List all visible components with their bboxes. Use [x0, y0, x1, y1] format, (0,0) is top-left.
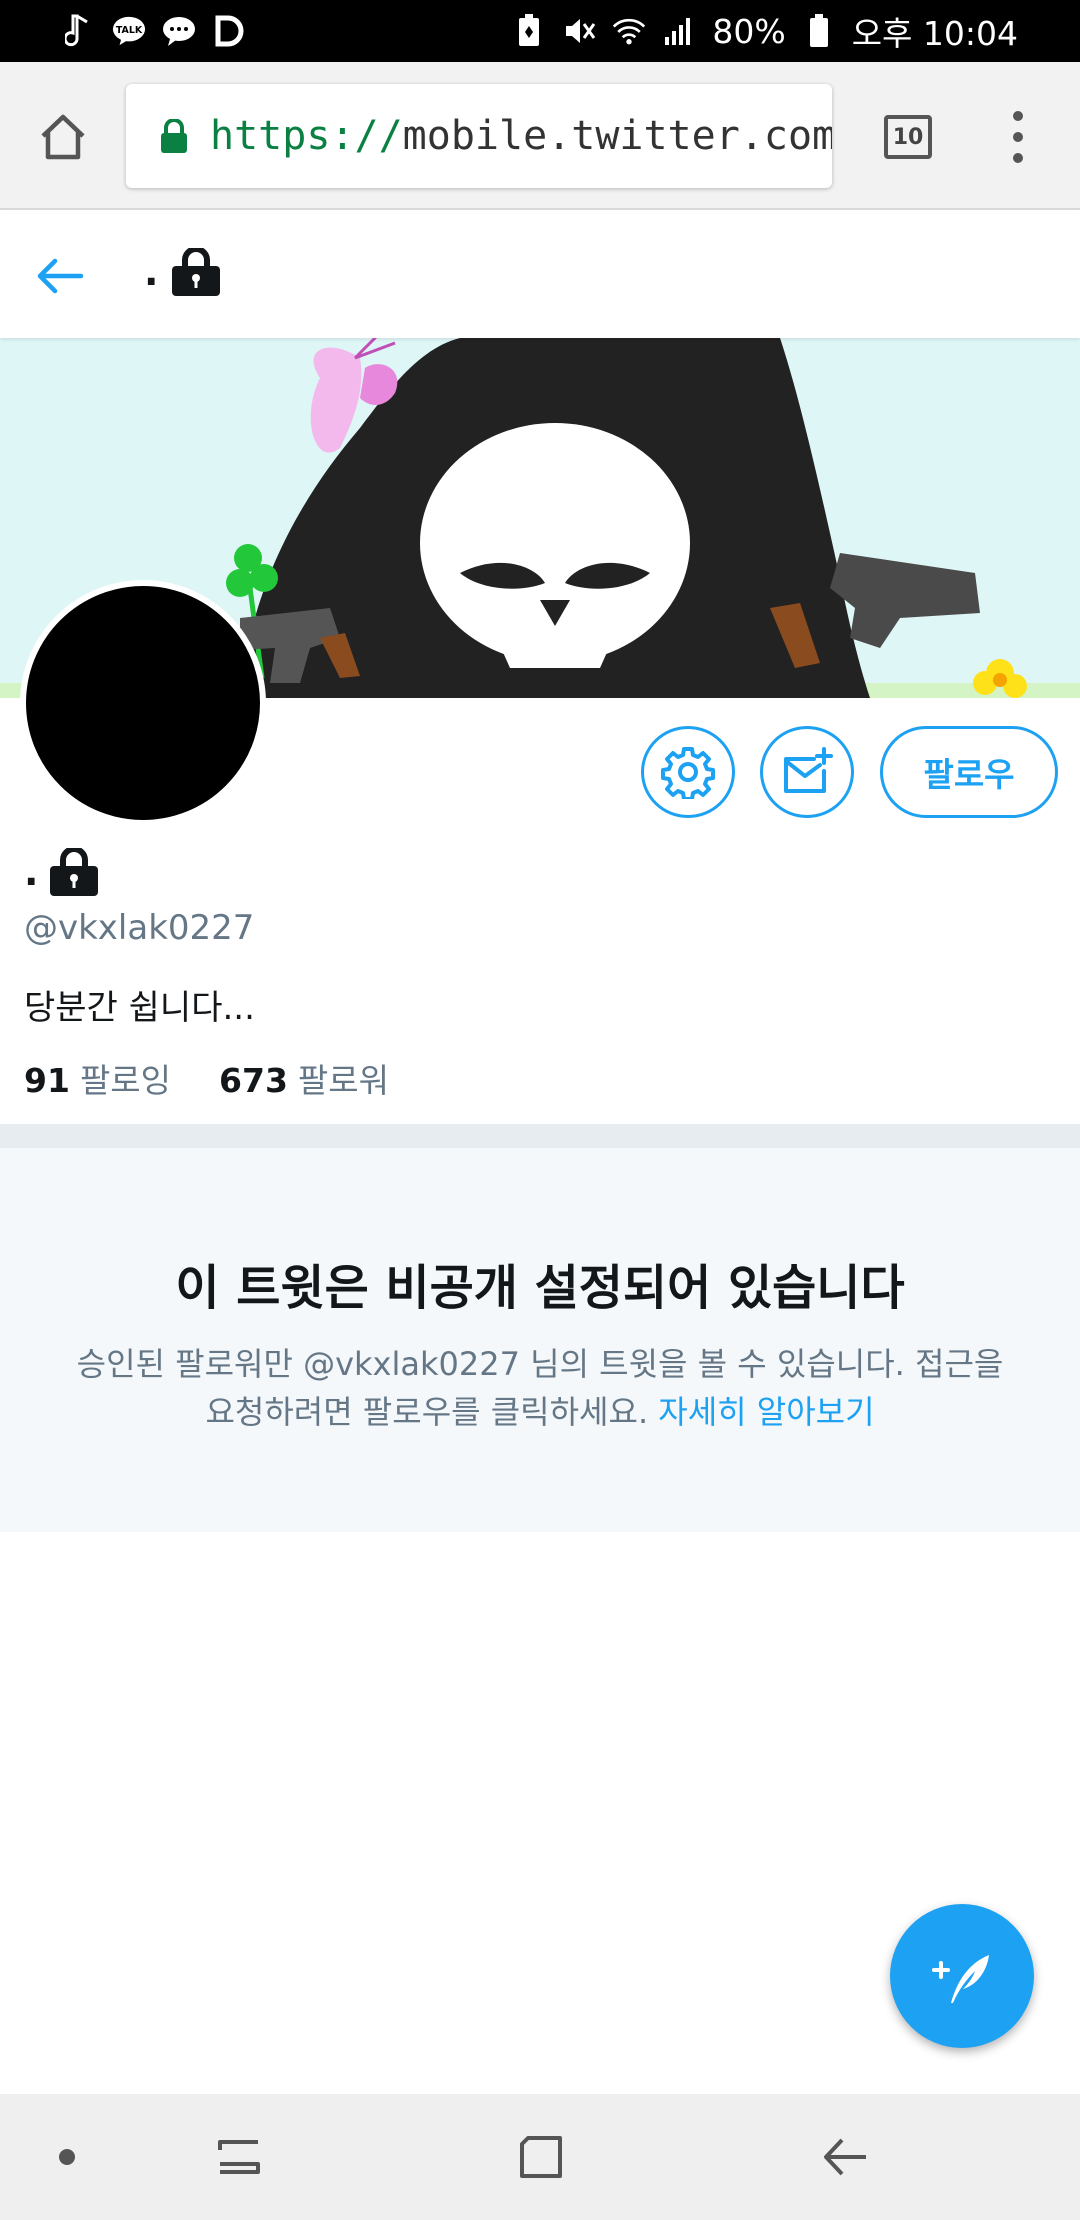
protected-tweets-notice: 이 트윗은 비공개 설정되어 있습니다 승인된 팔로워만 @vkxlak0227…	[0, 1148, 1080, 1532]
more-vert-icon[interactable]	[990, 106, 1046, 168]
system-nav-bar	[0, 2094, 1080, 2220]
profile-bio: 당분간 쉽니다...	[24, 988, 255, 1028]
arrow-left-icon	[37, 258, 84, 294]
talk-badge-text: TALK	[116, 25, 143, 36]
battery-icon	[802, 14, 836, 48]
back-nav-button[interactable]	[812, 2124, 878, 2190]
header-title-text: .	[144, 250, 159, 294]
back-button[interactable]	[30, 246, 90, 306]
chat-bubble-icon	[162, 14, 196, 48]
battery-percent: 80%	[712, 11, 786, 51]
section-divider	[0, 1124, 1080, 1148]
compose-quill-icon	[932, 1955, 989, 2003]
battery-saver-icon	[512, 14, 546, 48]
followers-link[interactable]: 673 팔로워	[219, 1054, 389, 1102]
d-app-icon	[212, 14, 246, 48]
dot-icon	[59, 2149, 75, 2165]
mail-plus-icon	[784, 747, 833, 793]
kakaotalk-icon: TALK	[112, 14, 146, 48]
following-count: 91	[24, 1061, 70, 1100]
padlock-icon	[172, 248, 221, 296]
protected-title: 이 트윗은 비공개 설정되어 있습니다	[175, 1260, 905, 1316]
message-button[interactable]	[760, 726, 854, 818]
learn-more-link[interactable]: 자세히 알아보기	[658, 1393, 874, 1431]
padlock-icon	[50, 848, 99, 896]
nav-dot-button[interactable]	[34, 2124, 100, 2190]
status-bar: TALK 80% 오후 10:04	[0, 0, 1080, 62]
recent-apps-icon	[218, 2140, 260, 2174]
lock-icon	[161, 119, 187, 153]
profile-header-bar: .	[0, 212, 1080, 338]
gear-icon	[661, 747, 715, 799]
followers-count: 673	[219, 1061, 288, 1100]
browser-toolbar: https://mobile.twitter.com/v 10	[0, 62, 1080, 210]
following-link[interactable]: 91 팔로잉	[24, 1054, 171, 1102]
wifi-icon	[612, 14, 646, 48]
follow-stats: 91 팔로잉 673 팔로워	[24, 1054, 389, 1102]
back-arrow-icon	[824, 2138, 866, 2176]
mute-icon	[562, 14, 596, 48]
compose-tweet-button[interactable]	[890, 1904, 1034, 2048]
url-text: https://mobile.twitter.com/v	[210, 113, 832, 159]
following-label: 팔로잉	[79, 1061, 172, 1100]
protected-desc-line2: 요청하려면 팔로우를 클릭하세요.	[205, 1393, 649, 1431]
clock: 오후 10:04	[851, 14, 1018, 53]
page: TALK 80% 오후 10:04 https://mobile.twitter…	[0, 0, 1080, 2220]
url-scheme: https://	[210, 113, 403, 159]
status-left: TALK	[62, 14, 246, 48]
protected-desc-line1: 승인된 팔로워만 @vkxlak0227 님의 트윗을 볼 수 있습니다. 접근…	[76, 1345, 1004, 1383]
url-bar[interactable]: https://mobile.twitter.com/v	[126, 84, 832, 188]
followers-label: 팔로워	[297, 1061, 390, 1100]
profile-handle: @vkxlak0227	[24, 908, 255, 948]
settings-button[interactable]	[641, 726, 735, 818]
avatar[interactable]	[20, 580, 266, 826]
profile-name: .	[24, 848, 100, 896]
recent-apps-button[interactable]	[206, 2124, 272, 2190]
follow-button[interactable]: 팔로우	[880, 726, 1058, 818]
status-right: 80% 오후 10:04	[512, 7, 1018, 55]
header-title: .	[144, 248, 222, 296]
profile-name-text: .	[24, 850, 39, 894]
protected-description: 승인된 팔로워만 @vkxlak0227 님의 트윗을 볼 수 있습니다. 접근…	[40, 1340, 1040, 1436]
url-host: mobile.twitter.com/v	[402, 113, 832, 159]
tab-switcher-button[interactable]: 10	[884, 115, 932, 159]
signal-icon	[662, 14, 696, 48]
home-button[interactable]	[32, 106, 94, 168]
home-icon	[41, 114, 85, 160]
music-note-icon	[62, 14, 96, 48]
square-home-icon	[520, 2136, 562, 2178]
home-nav-button[interactable]	[508, 2124, 574, 2190]
